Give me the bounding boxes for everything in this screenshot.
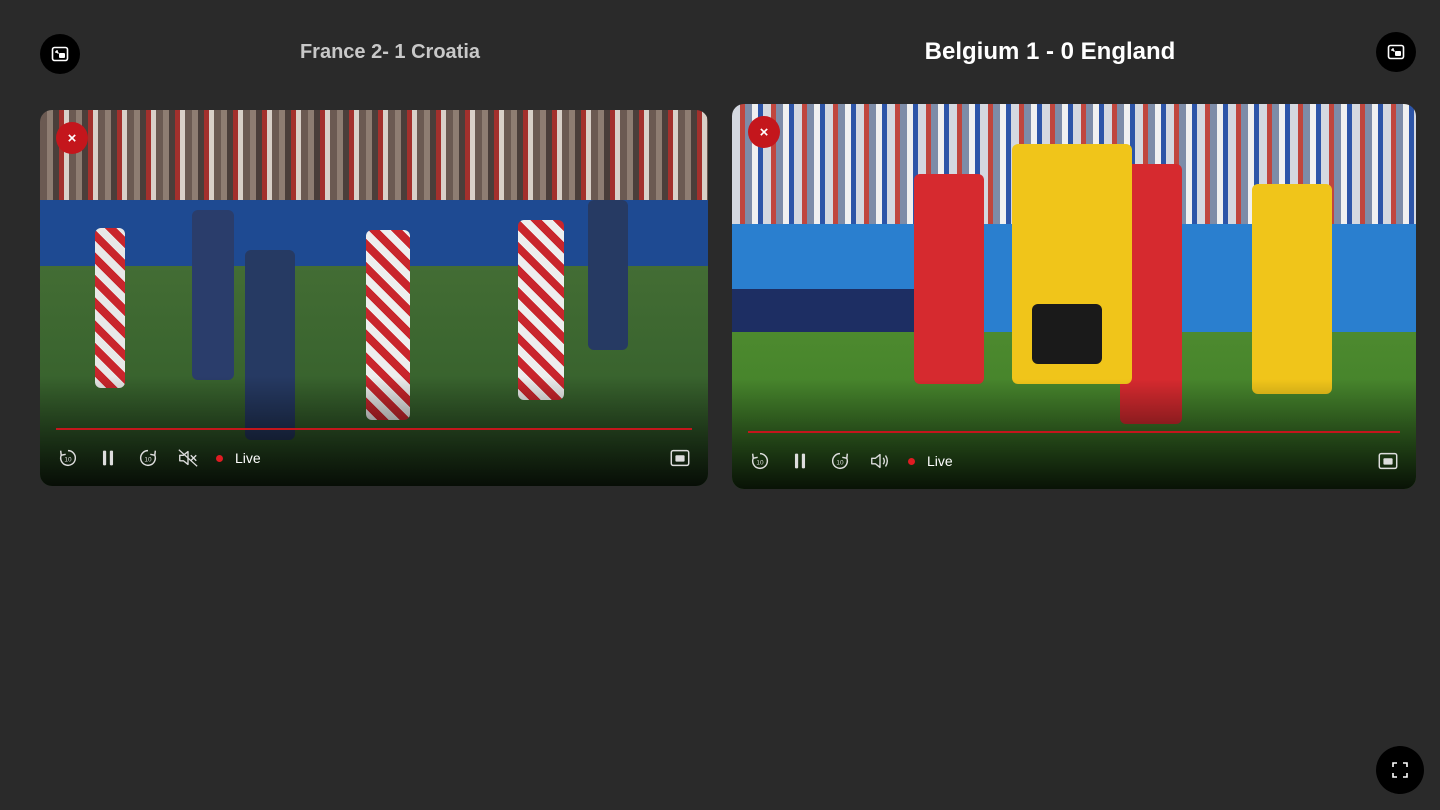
close-stream-button[interactable]: × <box>748 116 780 148</box>
rewind-10-icon: 10 <box>751 452 769 469</box>
video-player-left[interactable]: × 10 10 Live <box>40 110 708 486</box>
stream-title-right: Belgium 1 - 0 England <box>924 38 1176 65</box>
svg-text:10: 10 <box>64 457 72 464</box>
close-stream-button[interactable]: × <box>56 122 88 154</box>
pause-button[interactable] <box>788 449 812 473</box>
volume-button[interactable] <box>868 449 892 473</box>
video-player-right[interactable]: × 10 10 Live <box>732 104 1416 489</box>
pause-icon <box>794 453 806 469</box>
progress-fill <box>748 431 1400 433</box>
mini-player-icon <box>670 449 690 467</box>
fullscreen-button[interactable] <box>1376 746 1424 794</box>
svg-text:10: 10 <box>144 457 152 464</box>
rewind-10-button[interactable]: 10 <box>748 449 772 473</box>
live-label: Live <box>927 453 953 469</box>
volume-icon <box>871 453 889 469</box>
volume-muted-icon <box>178 449 198 467</box>
live-indicator-dot <box>216 454 223 462</box>
pause-icon <box>102 450 114 466</box>
forward-10-icon: 10 <box>139 449 157 466</box>
rewind-10-button[interactable]: 10 <box>56 446 80 470</box>
player-controls: 10 10 Live <box>56 446 692 470</box>
mini-player-button[interactable] <box>1376 449 1400 473</box>
live-label: Live <box>235 450 261 466</box>
layout-icon <box>1387 44 1405 60</box>
live-indicator-dot <box>908 457 915 465</box>
layout-toggle-button-right[interactable] <box>1376 32 1416 72</box>
progress-bar[interactable] <box>56 428 692 430</box>
svg-text:10: 10 <box>836 460 844 467</box>
fullscreen-icon <box>1392 762 1408 778</box>
mute-button[interactable] <box>176 446 200 470</box>
mini-player-button[interactable] <box>668 446 692 470</box>
rewind-10-icon: 10 <box>59 449 77 466</box>
progress-fill <box>56 428 692 430</box>
mini-player-icon <box>1378 452 1398 470</box>
forward-10-button[interactable]: 10 <box>136 446 160 470</box>
forward-10-button[interactable]: 10 <box>828 449 852 473</box>
progress-bar[interactable] <box>748 431 1400 433</box>
forward-10-icon: 10 <box>831 452 849 469</box>
svg-text:10: 10 <box>756 460 764 467</box>
stream-title-left: France 2- 1 Croatia <box>299 41 481 63</box>
pause-button[interactable] <box>96 446 120 470</box>
player-controls: 10 10 Live <box>748 449 1400 473</box>
